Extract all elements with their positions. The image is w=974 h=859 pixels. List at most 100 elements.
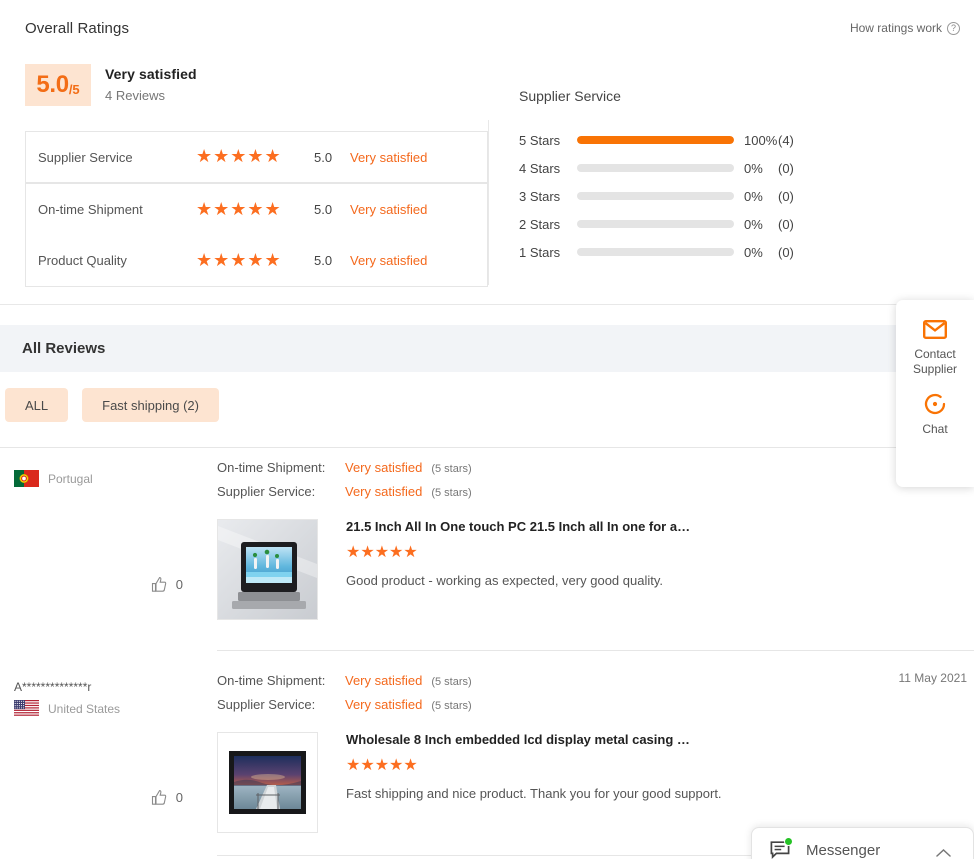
chat-label: Chat (922, 422, 948, 436)
rating-bar-track (577, 192, 734, 200)
score-suffix: /5 (68, 81, 80, 97)
rating-bar-row: 2 Stars 0% (0) (519, 210, 939, 238)
aspect-score: 5.0 (314, 149, 333, 165)
breakdown-title: Supplier Service (519, 88, 621, 104)
review-aspect-stars-note: (5 stars) (431, 700, 472, 712)
review-content: 21.5 Inch All In One touch PC 21.5 Inch … (346, 519, 974, 588)
rating-bar-row: 4 Stars 0% (0) (519, 154, 939, 182)
score-badge: 5.0 /5 (25, 64, 91, 106)
review-count: 4 Reviews (105, 88, 165, 103)
aspect-star-rating: ★★★★★ (196, 198, 282, 219)
messenger-icon (770, 837, 793, 859)
aspect-row[interactable]: On-time Shipment ★★★★★ 5.0 Very satisfied (25, 183, 488, 235)
review-aspect-row: Supplier Service: Very satisfied (5 stars) (217, 697, 472, 721)
reviewer-block: Portugal (14, 470, 214, 487)
rating-bar-label: 3 Stars (519, 188, 561, 204)
aspect-score: 5.0 (314, 253, 333, 268)
overall-ratings-card: Overall Ratings How ratings work ? 5.0 /… (0, 0, 974, 305)
messenger-bar[interactable]: Messenger (751, 827, 974, 859)
review-helpful-button[interactable]: 0 (151, 789, 183, 806)
review-filter-chip[interactable]: Fast shipping (2) (82, 388, 219, 422)
how-ratings-work-link[interactable]: How ratings work ? (850, 21, 960, 35)
online-status-dot (784, 837, 793, 846)
aspect-name: Supplier Service (38, 149, 133, 165)
question-mark-icon[interactable]: ? (947, 21, 960, 35)
divider (0, 447, 974, 448)
thumbs-up-icon (151, 789, 168, 806)
score-label: Very satisfied (105, 66, 197, 82)
rating-bar-row: 3 Stars 0% (0) (519, 182, 939, 210)
review-aspect-key: Supplier Service: (217, 484, 316, 499)
aspect-name: Product Quality (38, 253, 127, 268)
country-name: United States (48, 701, 121, 716)
review-content: Wholesale 8 Inch embedded lcd display me… (346, 732, 974, 801)
rating-bar-count: (0) (778, 160, 794, 176)
rating-bar-label: 4 Stars (519, 160, 561, 176)
aspect-name: On-time Shipment (38, 202, 143, 217)
rating-bar-track (577, 220, 734, 228)
aspect-score: 5.0 (314, 202, 333, 217)
rating-breakdown: Supplier Service 5 Stars 100% (4) 4 Stars 0%… (519, 88, 939, 266)
envelope-icon (896, 316, 974, 342)
review-product-thumbnail[interactable] (217, 519, 318, 620)
aspect-sentiment: Very satisfied (350, 202, 428, 217)
aspect-row[interactable]: Supplier Service ★★★★★ 5.0 Very satisfied (25, 131, 488, 183)
reviewer-block: A**************r United States (14, 680, 214, 717)
aspect-star-rating: ★★★★★ (196, 249, 282, 270)
country-name: Portugal (48, 471, 93, 486)
review-comment: Good product - working as expected, very… (346, 573, 663, 588)
review-aspect-row: On-time Shipment: Very satisfied (5 stars) (217, 673, 472, 697)
helpful-count: 0 (175, 577, 183, 592)
messenger-label: Messenger (806, 841, 881, 859)
helpful-count: 0 (175, 790, 183, 805)
rating-bar-label: 2 Stars (519, 216, 561, 232)
rating-bar-percent: 0% (744, 160, 763, 176)
chat-bubble-icon (896, 391, 974, 417)
chat-button[interactable]: Chat (896, 377, 974, 437)
rating-bar-row: 1 Stars 0% (0) (519, 238, 939, 266)
review-aspect-row: Supplier Service: Very satisfied (5 stars) (217, 484, 472, 508)
rating-bar-label: 5 Stars (519, 132, 561, 148)
rating-bar-count: (0) (778, 216, 794, 232)
review-aspect-row: On-time Shipment: Very satisfied (5 stars) (217, 460, 472, 484)
rating-bar-track (577, 164, 734, 172)
rating-bar-row: 5 Stars 100% (4) (519, 126, 939, 154)
review-product-title[interactable]: 21.5 Inch All In One touch PC 21.5 Inch … (346, 519, 974, 534)
review-product-thumbnail[interactable] (217, 732, 318, 833)
how-ratings-work-label: How ratings work (849, 21, 942, 35)
rating-bar-percent: 0% (744, 188, 763, 204)
divider (217, 650, 974, 651)
review-aspect-stars-note: (5 stars) (431, 676, 472, 688)
contact-supplier-button[interactable]: Contact Supplier (896, 300, 974, 377)
overall-score-block: 5.0 /5 Very satisfied 4 Reviews (25, 64, 197, 106)
rating-bar-count: (0) (778, 188, 794, 204)
rating-bar-track (577, 248, 734, 256)
aspect-row[interactable]: Product Quality ★★★★★ 5.0 Very satisfied (25, 235, 488, 287)
review-star-rating: ★★★★★ (346, 757, 418, 774)
review-comment: Fast shipping and nice product. Thank yo… (346, 786, 722, 801)
aspect-sentiment: Very satisfied (350, 149, 428, 165)
chevron-up-icon[interactable] (936, 845, 951, 859)
score-value: 5.0 (36, 71, 69, 98)
review-helpful-button[interactable]: 0 (151, 576, 183, 593)
review-filter-chip[interactable]: ALL (5, 388, 69, 422)
reviewer-country: Portugal (14, 470, 214, 487)
review-aspect-value: Very satisfied (345, 484, 423, 499)
supplier-ratings-page: Overall Ratings How ratings work ? 5.0 /… (0, 0, 974, 859)
aspect-star-rating: ★★★★★ (196, 146, 282, 166)
review-filter-bar: ALL Fast shipping (2) (0, 388, 219, 422)
review-product-title[interactable]: Wholesale 8 Inch embedded lcd display me… (346, 732, 974, 747)
rating-bar-fill (577, 136, 734, 144)
aspect-sentiment: Very satisfied (350, 253, 428, 268)
review-aspect-key: On-time Shipment: (217, 460, 326, 475)
contact-supplier-label: Contact Supplier (912, 347, 958, 376)
review-aspect-value: Very satisfied (345, 697, 423, 712)
reviewer-name: A**************r (14, 680, 92, 694)
page-title: Overall Ratings (25, 20, 130, 37)
review-aspects: On-time Shipment: Very satisfied (5 stars)… (217, 673, 472, 721)
aspect-ratings-table: Supplier Service ★★★★★ 5.0 Very satisfied On… (25, 131, 488, 287)
all-reviews-header: All Reviews (0, 325, 974, 372)
reviewer-country: United States (14, 700, 214, 717)
rating-bar-label: 1 Stars (519, 244, 561, 260)
all-reviews-title: All Reviews (22, 340, 106, 357)
